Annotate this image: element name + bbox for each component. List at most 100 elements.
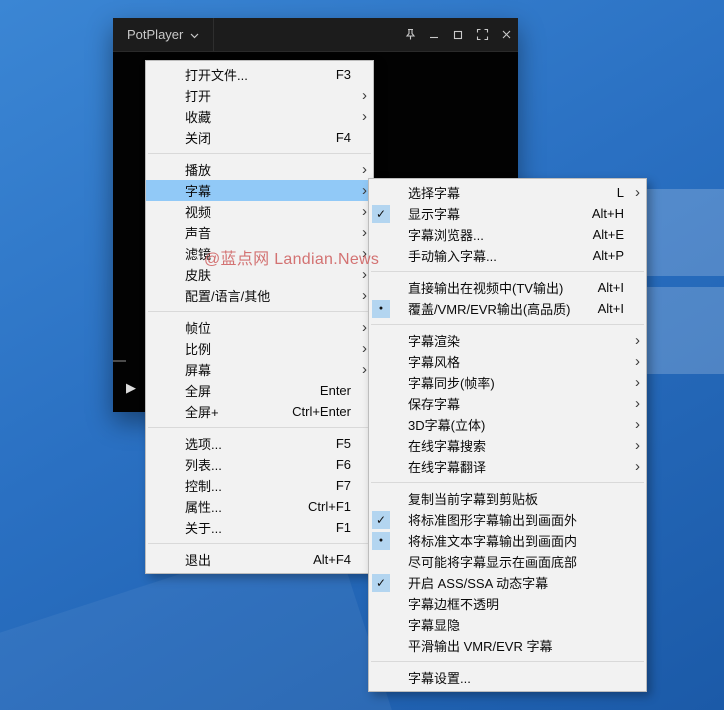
submenu-arrow-icon: › (635, 458, 640, 475)
menu-item-exit[interactable]: 退出 Alt+F4 (146, 549, 373, 570)
menu-item-shortcut: Alt+I (597, 280, 624, 295)
menu-item-graphic-subtitle-outside[interactable]: ✓ 将标准图形字幕输出到画面外 (369, 509, 646, 530)
menu-separator (148, 427, 371, 428)
menu-item-shortcut: Ctrl+Enter (292, 404, 351, 419)
menu-item-label: 平滑输出 VMR/EVR 字幕 (408, 639, 553, 654)
menu-item-open-file[interactable]: 打开文件... F3 (146, 64, 373, 85)
menu-item-preferences[interactable]: 配置/语言/其他 › (146, 285, 373, 306)
menu-item-options[interactable]: 选项... F5 (146, 433, 373, 454)
menu-item-shortcut: F4 (335, 130, 351, 145)
menu-item-shortcut: L (616, 185, 624, 200)
checkmark-icon: ✓ (372, 510, 390, 529)
menu-item-shortcut: Ctrl+F1 (308, 499, 351, 514)
fullscreen-button[interactable] (470, 18, 494, 51)
menu-item-smooth-vmr-evr-subtitle[interactable]: 平滑输出 VMR/EVR 字幕 (369, 635, 646, 656)
menu-separator (371, 661, 644, 662)
menu-item-shortcut: F5 (335, 436, 351, 451)
menu-item-label: 将标准文本字幕输出到画面内 (408, 534, 578, 549)
menu-item-label: 关于... (185, 521, 222, 536)
menu-item-label: 全屏 (185, 384, 212, 399)
menu-item-ass-ssa-animation[interactable]: ✓ 开启 ASS/SSA 动态字幕 (369, 572, 646, 593)
menu-item-label: 保存字幕 (408, 397, 461, 412)
minimize-button[interactable] (422, 18, 446, 51)
menu-item-label: 打开 (185, 89, 212, 104)
maximize-icon (452, 29, 464, 41)
menu-item-label: 3D字幕(立体) (408, 418, 486, 433)
menu-item-filters[interactable]: 滤镜 › (146, 243, 373, 264)
app-menu-button[interactable]: PotPlayer (113, 18, 215, 51)
close-icon (501, 29, 512, 40)
menu-icon-column: ● (369, 531, 402, 550)
menu-item-label: 滤镜 (185, 247, 212, 262)
menu-item-subtitle-border-opaque[interactable]: 字幕边框不透明 (369, 593, 646, 614)
menu-item-subtitle-sync[interactable]: 字幕同步(帧率) › (369, 372, 646, 393)
menu-separator (148, 311, 371, 312)
menu-item-shortcut: Alt+I (597, 301, 624, 316)
menu-item-screen[interactable]: 屏幕 › (146, 359, 373, 380)
menu-item-play[interactable]: 播放 › (146, 159, 373, 180)
menu-item-online-subtitle-search[interactable]: 在线字幕搜索 › (369, 435, 646, 456)
menu-item-audio[interactable]: 声音 › (146, 222, 373, 243)
maximize-button[interactable] (446, 18, 470, 51)
menu-item-subtitle-toggle-visibility[interactable]: 字幕显隐 (369, 614, 646, 635)
menu-item-skins[interactable]: 皮肤 › (146, 264, 373, 285)
menu-item-label: 字幕设置... (408, 671, 471, 686)
menu-icon-column: ✓ (369, 510, 402, 529)
menu-item-control[interactable]: 控制... F7 (146, 475, 373, 496)
menu-item-shortcut: Alt+E (592, 227, 624, 242)
menu-item-about[interactable]: 关于... F1 (146, 517, 373, 538)
close-button[interactable] (494, 18, 518, 51)
titlebar-drag-area[interactable] (214, 18, 398, 51)
menu-item-playlist[interactable]: 列表... F6 (146, 454, 373, 475)
menu-item-aspect-ratio[interactable]: 比例 › (146, 338, 373, 359)
titlebar[interactable]: PotPlayer (113, 18, 518, 52)
menu-item-fullscreen-plus[interactable]: 全屏+ Ctrl+Enter (146, 401, 373, 422)
menu-item-subtitle-browser[interactable]: 字幕浏览器... Alt+E (369, 224, 646, 245)
menu-item-label: 选择字幕 (408, 186, 461, 201)
menu-icon-column: ✓ (369, 573, 402, 592)
menu-item-close[interactable]: 关闭 F4 (146, 127, 373, 148)
menu-item-label: 尽可能将字幕显示在画面底部 (408, 555, 578, 570)
menu-item-show-subtitle[interactable]: ✓ 显示字幕 Alt+H (369, 203, 646, 224)
menu-item-subtitle-at-bottom[interactable]: 尽可能将字幕显示在画面底部 (369, 551, 646, 572)
menu-item-manual-input-subtitle[interactable]: 手动输入字幕... Alt+P (369, 245, 646, 266)
submenu-arrow-icon: › (635, 395, 640, 412)
pin-button[interactable] (398, 18, 422, 51)
menu-separator (371, 324, 644, 325)
menu-item-video[interactable]: 视频 › (146, 201, 373, 222)
menu-item-output-in-video-tv[interactable]: 直接输出在视频中(TV输出) Alt+I (369, 277, 646, 298)
menu-item-text-subtitle-inside[interactable]: ● 将标准文本字幕输出到画面内 (369, 530, 646, 551)
menu-item-shortcut: Alt+F4 (313, 552, 351, 567)
menu-item-save-subtitle[interactable]: 保存字幕 › (369, 393, 646, 414)
submenu-arrow-icon: › (362, 87, 367, 104)
menu-item-copy-subtitle-to-clipboard[interactable]: 复制当前字幕到剪贴板 (369, 488, 646, 509)
radio-indicator-icon: ● (372, 531, 390, 550)
chevron-down-icon (190, 27, 199, 42)
menu-item-label: 属性... (185, 500, 222, 515)
submenu-arrow-icon: › (635, 374, 640, 391)
menu-item-subtitles[interactable]: 字幕 › (146, 180, 373, 201)
window-title: PotPlayer (127, 27, 184, 42)
menu-item-subtitle-render[interactable]: 字幕渲染 › (369, 330, 646, 351)
menu-item-label: 开启 ASS/SSA 动态字幕 (408, 576, 549, 591)
menu-item-open[interactable]: 打开 › (146, 85, 373, 106)
menu-item-subtitle-style[interactable]: 字幕风格 › (369, 351, 646, 372)
seekbar[interactable] (113, 360, 126, 362)
menu-item-fullscreen[interactable]: 全屏 Enter (146, 380, 373, 401)
menu-item-label: 在线字幕翻译 (408, 460, 487, 475)
menu-separator (148, 153, 371, 154)
menu-item-label: 将标准图形字幕输出到画面外 (408, 513, 578, 528)
menu-item-favorites[interactable]: 收藏 › (146, 106, 373, 127)
menu-item-subtitle-settings[interactable]: 字幕设置... (369, 667, 646, 688)
menu-item-shortcut: Alt+P (592, 248, 624, 263)
menu-item-select-subtitle[interactable]: 选择字幕 L › (369, 182, 646, 203)
play-button[interactable]: ▶ (126, 380, 136, 396)
menu-item-properties[interactable]: 属性... Ctrl+F1 (146, 496, 373, 517)
window-controls (398, 18, 518, 51)
menu-item-overlay-vmr-evr-output[interactable]: ● 覆盖/VMR/EVR输出(高品质) Alt+I (369, 298, 646, 319)
menu-item-online-subtitle-translate[interactable]: 在线字幕翻译 › (369, 456, 646, 477)
minimize-icon (428, 29, 440, 41)
menu-item-3d-subtitle[interactable]: 3D字幕(立体) › (369, 414, 646, 435)
menu-item-frame[interactable]: 帧位 › (146, 317, 373, 338)
menu-item-label: 比例 (185, 342, 212, 357)
